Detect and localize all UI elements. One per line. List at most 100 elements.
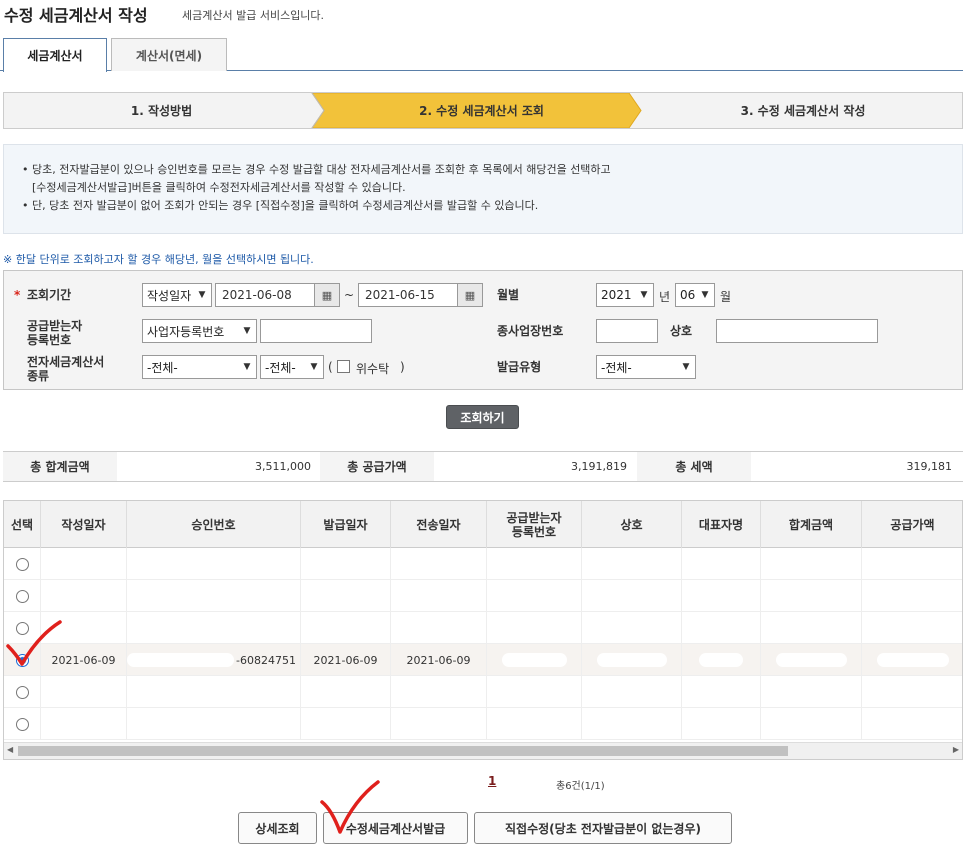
year-select[interactable]: 2021 ▼ [596, 283, 654, 307]
approval-no-cell [127, 708, 301, 740]
redacted-mask [596, 653, 667, 667]
page-link-1[interactable]: 1 [488, 774, 496, 788]
period-type-select[interactable]: 작성일자 ▼ [142, 283, 212, 307]
kind-select-2[interactable]: -전체- ▼ [260, 355, 324, 379]
table-row[interactable]: 2021-06-09 -60824751 2021-06-09 2021-06-09 [4, 644, 962, 676]
kind-label: 전자세금계산서 종류 [27, 355, 105, 383]
step-indicator: 1. 작성방법 2. 수정 세금계산서 조회 3. 수정 세금계산서 작성 [3, 92, 963, 129]
redacted-mask [876, 653, 949, 667]
row-select-radio[interactable] [15, 557, 29, 571]
select-cell [4, 548, 41, 580]
paren-close: ) [400, 360, 405, 374]
table-row[interactable] [4, 548, 962, 580]
notice-line: [수정세금계산서발급]버튼을 클릭하여 수정전자세금계산서를 작성할 수 있습니… [32, 181, 406, 194]
write-date-cell [41, 580, 127, 612]
masked-cell [487, 548, 582, 580]
company-input[interactable] [716, 319, 878, 343]
masked-cell [862, 548, 962, 580]
approval-no-cell [127, 612, 301, 644]
supply-amount-value: 3,191,819 [571, 460, 627, 473]
issue-date-cell: 2021-06-09 [301, 644, 391, 676]
scrollbar-thumb[interactable] [18, 746, 788, 756]
select-cell [4, 676, 41, 708]
calendar-icon[interactable]: ▦ [457, 283, 483, 307]
issue-date-cell [301, 580, 391, 612]
send-date-cell [391, 548, 487, 580]
select-cell [4, 580, 41, 612]
tab-bar: 세금계산서 계산서(면세) [0, 38, 963, 72]
recipient-label: 공급받는자 등록번호 [27, 319, 83, 347]
horizontal-scrollbar[interactable]: ◀ ▶ [4, 742, 962, 759]
approval-no-cell: -60824751 [127, 644, 301, 676]
month-select[interactable]: 06 ▼ [675, 283, 715, 307]
search-button[interactable]: 조회하기 [446, 405, 519, 429]
masked-cell [862, 644, 962, 676]
row-select-radio[interactable] [15, 685, 29, 699]
col-total-amount: 합계금액 [761, 501, 862, 548]
issue-type-select[interactable]: -전체- ▼ [596, 355, 696, 379]
date-separator: ~ [344, 288, 355, 302]
table-row[interactable] [4, 612, 962, 644]
red-checkmark-icon [320, 780, 380, 834]
masked-cell [761, 708, 862, 740]
table-row[interactable] [4, 708, 962, 740]
masked-cell [761, 644, 862, 676]
issue-date-cell [301, 548, 391, 580]
chevron-down-icon: ▼ [640, 290, 648, 300]
date-from-input[interactable]: 2021-06-08 [215, 283, 315, 307]
trust-label: 위수탁 [356, 362, 390, 376]
col-company: 상호 [582, 501, 682, 548]
monthly-label: 월별 [497, 288, 520, 302]
col-representative: 대표자명 [682, 501, 761, 548]
scroll-left-icon[interactable]: ◀ [7, 745, 13, 754]
table-row[interactable] [4, 580, 962, 612]
summary-bar: 총 합계금액 3,511,000 총 공급가액 3,191,819 총 세액 3… [3, 451, 963, 482]
kind-select-1[interactable]: -전체- ▼ [142, 355, 257, 379]
trust-checkbox[interactable] [337, 360, 350, 373]
chevron-down-icon: ▼ [198, 290, 206, 300]
redacted-mask [127, 653, 235, 667]
step-2: 2. 수정 세금계산서 조회 [419, 104, 544, 118]
invoice-table: 선택 작성일자 승인번호 발급일자 전송일자 공급받는자 등록번호 상호 대표자명… [3, 500, 963, 760]
masked-cell [582, 580, 682, 612]
search-form: * 조회기간 작성일자 ▼ 2021-06-08 ▦ ~ 2021-06-15 ▦… [3, 270, 963, 390]
write-date-cell [41, 676, 127, 708]
send-date-cell [391, 676, 487, 708]
notice-line: • 단, 당초 전자 발급분이 없어 조회가 안되는 경우 [직접수정]을 클릭… [22, 199, 539, 212]
masked-cell [582, 708, 682, 740]
direct-modify-button[interactable]: 직접수정(당초 전자발급분이 없는경우) [474, 812, 732, 844]
tab-invoice-exempt[interactable]: 계산서(면세) [111, 38, 227, 71]
recipient-type-select[interactable]: 사업자등록번호 ▼ [142, 319, 257, 343]
detail-button[interactable]: 상세조회 [238, 812, 317, 844]
tab-tax-invoice[interactable]: 세금계산서 [3, 38, 107, 72]
notice-box: • 당초, 전자발급분이 있으나 승인번호를 모르는 경우 수정 발급할 대상 … [3, 144, 963, 234]
approval-no-cell [127, 676, 301, 708]
row-select-radio[interactable] [15, 717, 29, 731]
recipient-number-input[interactable] [260, 319, 372, 343]
step-1: 1. 작성방법 [130, 104, 193, 118]
approval-no-cell [127, 580, 301, 612]
masked-cell [582, 676, 682, 708]
col-select: 선택 [4, 501, 41, 548]
masked-cell [862, 612, 962, 644]
send-date-cell: 2021-06-09 [391, 644, 487, 676]
col-approval-no: 승인번호 [127, 501, 301, 548]
write-date-cell [41, 548, 127, 580]
masked-cell [487, 708, 582, 740]
chevron-down-icon: ▼ [243, 326, 251, 336]
month-unit: 월 [720, 290, 732, 304]
calendar-icon[interactable]: ▦ [314, 283, 340, 307]
masked-cell [582, 612, 682, 644]
date-to-input[interactable]: 2021-06-15 [358, 283, 458, 307]
page-title: 수정 세금계산서 작성 [4, 6, 148, 25]
col-recipient-no: 공급받는자 등록번호 [487, 501, 582, 548]
branch-number-input[interactable] [596, 319, 658, 343]
table-row[interactable] [4, 676, 962, 708]
year-unit: 년 [659, 290, 671, 304]
chevron-down-icon: ▼ [310, 362, 318, 372]
row-select-radio[interactable] [15, 589, 29, 603]
result-count: 총6건(1/1) [556, 781, 605, 792]
masked-cell [487, 676, 582, 708]
scroll-right-icon[interactable]: ▶ [953, 745, 959, 754]
issue-type-label: 발급유형 [497, 360, 542, 374]
